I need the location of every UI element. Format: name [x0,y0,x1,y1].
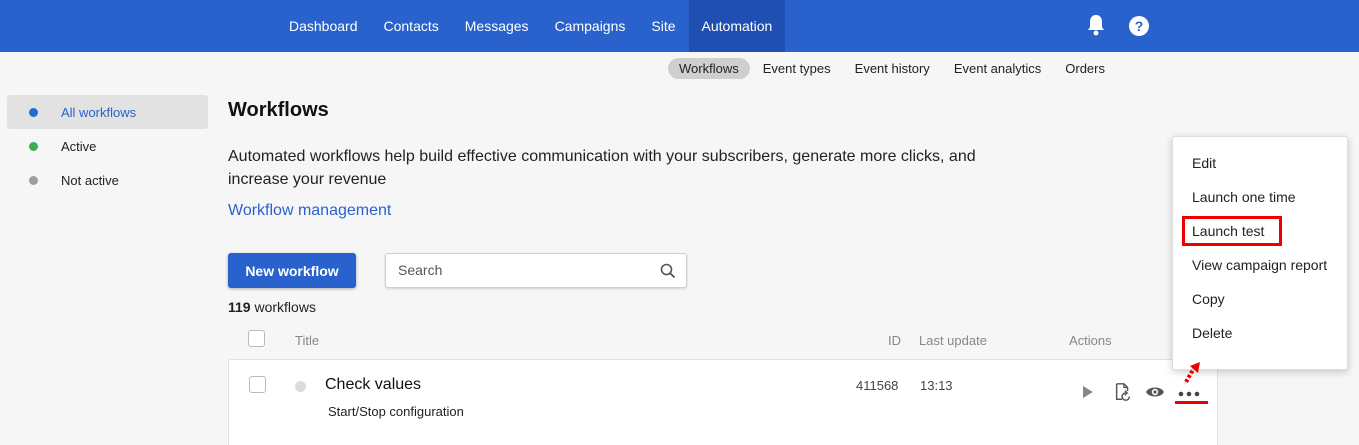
sidebar-item-not-active[interactable]: Not active [7,163,208,197]
nav-automation[interactable]: Automation [688,0,786,52]
menu-item-delete[interactable]: Delete [1173,316,1347,350]
status-dot-icon [29,175,38,185]
workflow-id: 411568 [856,378,899,393]
nav-campaigns[interactable]: Campaigns [542,0,639,52]
subnav-event-types[interactable]: Event types [752,58,842,79]
search-box [385,253,687,288]
eye-icon[interactable] [1145,382,1165,402]
top-bar: Dashboard Contacts Messages Campaigns Si… [0,0,1359,52]
bell-icon[interactable] [1086,14,1106,36]
sub-nav: Workflows Event types Event history Even… [668,58,1118,79]
column-header-last-update[interactable]: Last update [919,333,987,348]
subnav-workflows[interactable]: Workflows [668,58,750,79]
workflow-count-number: 119 [228,299,251,315]
menu-item-view-campaign-report[interactable]: View campaign report [1173,248,1347,282]
status-dot-icon [29,107,38,117]
annotation-highlight-box [1182,216,1282,246]
column-header-id[interactable]: ID [888,333,901,348]
play-icon[interactable] [1081,382,1095,402]
menu-item-edit[interactable]: Edit [1173,146,1347,180]
nav-dashboard[interactable]: Dashboard [276,0,371,52]
nav-site[interactable]: Site [638,0,688,52]
workflow-subtitle: Start/Stop configuration [328,404,464,419]
sidebar-item-label: Not active [61,172,119,188]
table-row: Check values Start/Stop configuration 41… [228,359,1218,445]
workflow-last-update: 13:13 [920,378,953,393]
column-header-actions: Actions [1069,333,1112,348]
sidebar-item-label: All workflows [61,104,137,120]
workflow-count: 119 workflows [228,299,316,315]
sidebar: All workflows Active Not active [7,95,208,197]
sidebar-item-all-workflows[interactable]: All workflows [7,95,208,129]
new-workflow-button[interactable]: New workflow [228,253,356,288]
help-icon[interactable]: ? [1129,16,1149,36]
column-header-title[interactable]: Title [295,333,319,348]
search-input[interactable] [398,262,648,278]
status-dot-icon [29,141,38,151]
search-icon[interactable] [660,263,676,279]
annotation-underline [1175,401,1208,404]
subnav-event-analytics[interactable]: Event analytics [943,58,1052,79]
context-menu: Edit Launch one time Launch test View ca… [1172,136,1348,370]
page-description: Automated workflows help build effective… [228,148,976,188]
annotation-arrow-icon [1184,362,1200,383]
nav-messages[interactable]: Messages [452,0,542,52]
nav-contacts[interactable]: Contacts [371,0,452,52]
select-all-checkbox[interactable] [248,330,265,347]
workflow-management-link[interactable]: Workflow management [228,202,391,220]
table-header: Title ID Last update Actions [228,328,1218,352]
row-checkbox[interactable] [249,376,266,393]
restart-icon[interactable] [1113,382,1133,402]
sidebar-item-label: Active [61,138,97,154]
sidebar-item-active[interactable]: Active [7,129,208,163]
menu-item-copy[interactable]: Copy [1173,282,1347,316]
status-dot-icon [295,381,306,392]
page-title: Workflows [228,99,329,121]
subnav-event-history[interactable]: Event history [844,58,941,79]
workflow-count-label: workflows [254,299,316,315]
main-nav: Dashboard Contacts Messages Campaigns Si… [276,0,786,52]
menu-item-launch-one-time[interactable]: Launch one time [1173,180,1347,214]
workflow-title[interactable]: Check values [325,376,421,394]
subnav-orders[interactable]: Orders [1054,58,1116,79]
